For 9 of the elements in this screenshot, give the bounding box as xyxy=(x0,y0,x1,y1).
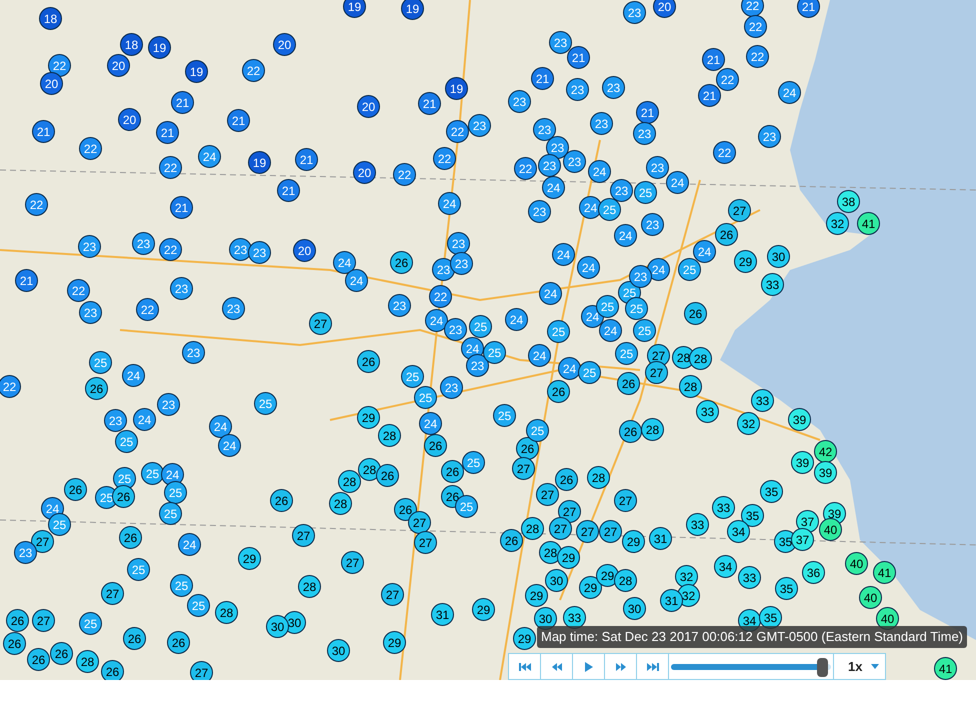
speed-dropdown[interactable]: 1x xyxy=(833,654,885,679)
fast-forward-icon xyxy=(616,662,626,670)
map-time-tooltip: Map time: Sat Dec 23 2017 00:06:12 GMT-0500 (Eastern Standard Time) xyxy=(537,626,967,648)
skip-to-start-icon xyxy=(518,662,530,670)
caret-icon xyxy=(871,664,879,669)
skip-to-end-icon xyxy=(646,662,658,670)
play-icon xyxy=(584,662,592,672)
rewind-icon xyxy=(552,662,562,670)
slider-thumb[interactable] xyxy=(817,658,828,677)
